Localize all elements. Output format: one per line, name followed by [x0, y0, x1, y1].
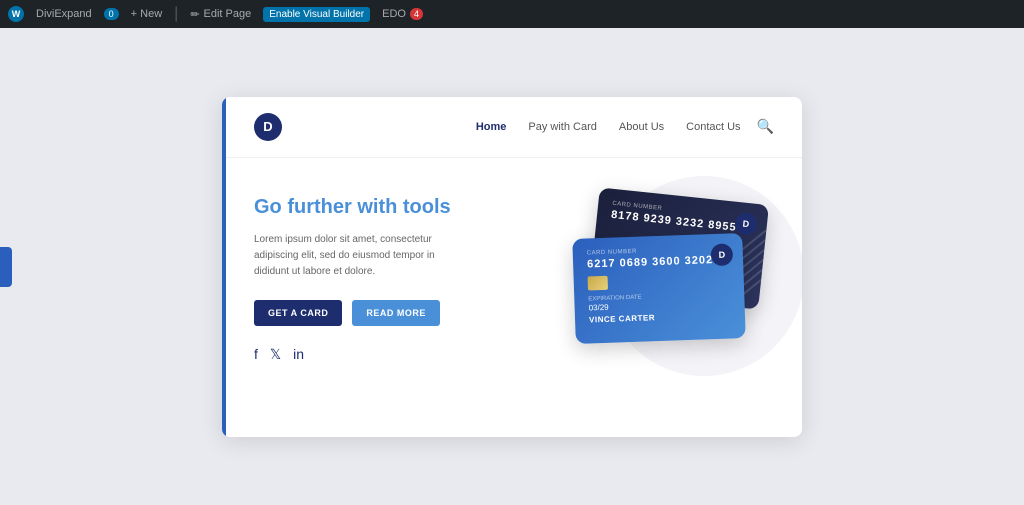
nav-pay-card[interactable]: Pay with Card	[528, 121, 596, 133]
page-wrapper: D Home Pay with Card About Us Contact Us…	[0, 28, 1024, 505]
hero-buttons: GET A CARD READ MORE	[254, 300, 534, 326]
site-preview: D Home Pay with Card About Us Contact Us…	[222, 97, 802, 437]
nav-home[interactable]: Home	[476, 121, 507, 133]
nav-logo[interactable]: D	[254, 113, 282, 141]
linkedin-icon[interactable]: in	[293, 346, 304, 362]
hero-section: Go further with tools Lorem ipsum dolor …	[222, 158, 802, 437]
blue-card-logo: D	[710, 243, 733, 266]
social-icons: f 𝕏 in	[254, 346, 534, 363]
edit-page-link[interactable]: ✏ Edit Page	[190, 8, 251, 21]
visual-builder-button[interactable]: Enable Visual Builder	[263, 7, 370, 22]
site-nav: D Home Pay with Card About Us Contact Us…	[222, 97, 802, 158]
card-chip-icon	[588, 275, 608, 290]
hero-left: Go further with tools Lorem ipsum dolor …	[254, 186, 534, 413]
admin-bar: W DiviExpand 0 + New | ✏ Edit Page Enabl…	[0, 0, 1024, 28]
left-handle[interactable]	[0, 247, 12, 287]
nav-about[interactable]: About Us	[619, 121, 664, 133]
blue-credit-card: D CARD NUMBER 6217 0689 3600 3202 EXPIRA…	[572, 233, 746, 344]
wp-logo-icon[interactable]: W	[8, 6, 24, 22]
twitter-icon[interactable]: 𝕏	[270, 346, 281, 363]
hero-body-text: Lorem ipsum dolor sit amet, consectetur …	[254, 232, 454, 280]
comments-count[interactable]: 0	[104, 8, 119, 20]
hero-right: D CARD NUMBER 8178 9239 3232 8955 D CARD…	[554, 186, 774, 413]
read-more-button[interactable]: READ MORE	[352, 300, 440, 326]
get-card-button[interactable]: GET A CARD	[254, 300, 342, 326]
edo-menu[interactable]: EDO 4	[382, 8, 423, 20]
hero-heading: Go further with tools	[254, 194, 534, 220]
nav-contact[interactable]: Contact Us	[686, 121, 740, 133]
search-icon[interactable]: 🔍	[757, 118, 774, 135]
diviexpand-menu[interactable]: DiviExpand	[36, 8, 92, 20]
nav-links: Home Pay with Card About Us Contact Us	[476, 121, 741, 133]
facebook-icon[interactable]: f	[254, 346, 258, 362]
blue-card-name: VINCE CARTER	[589, 310, 731, 324]
new-menu[interactable]: + New	[131, 8, 163, 20]
